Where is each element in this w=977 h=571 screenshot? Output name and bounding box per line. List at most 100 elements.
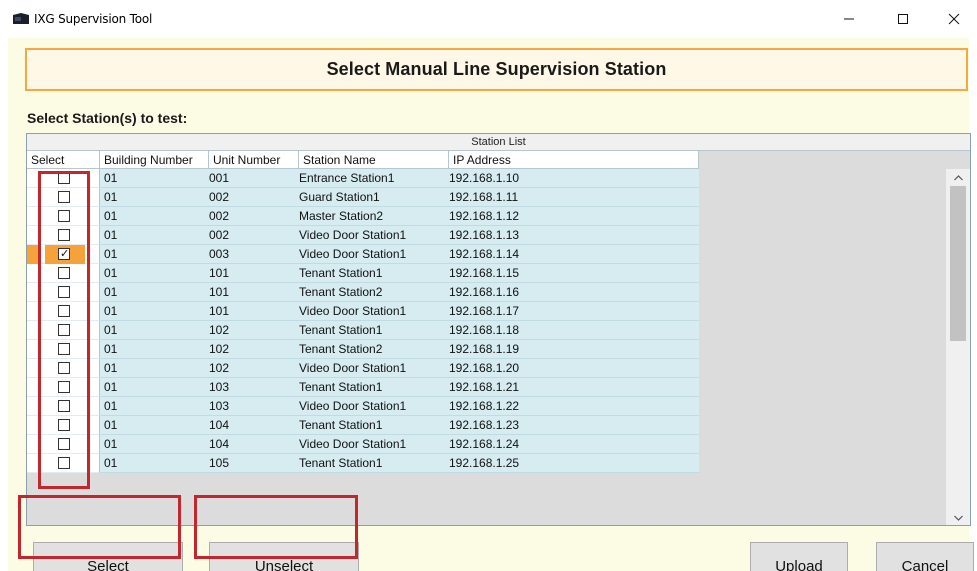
row-cells: 01 103 Tenant Station1 192.168.1.21 (100, 378, 699, 397)
page-title: Select Manual Line Supervision Station (326, 59, 667, 79)
row-cells: 01 002 Master Station2 192.168.1.12 (100, 207, 699, 226)
table-row[interactable]: 01 104 Tenant Station1 192.168.1.23 (27, 416, 699, 435)
row-cells: 01 001 Entrance Station1 192.168.1.10 (100, 169, 699, 188)
building-number-cell: 01 (104, 456, 118, 470)
unit-number-cell: 101 (209, 285, 230, 299)
table-row[interactable]: 01 002 Guard Station1 192.168.1.11 (27, 188, 699, 207)
scroll-thumb[interactable] (950, 186, 966, 341)
table-row[interactable]: 01 101 Video Door Station1 192.168.1.17 (27, 302, 699, 321)
select-cell: ✓ (27, 245, 100, 264)
table-row[interactable]: 01 102 Tenant Station2 192.168.1.19 (27, 340, 699, 359)
select-cell (27, 207, 100, 226)
ip-address-cell: 192.168.1.13 (449, 228, 520, 242)
column-header-building[interactable]: Building Number (100, 151, 209, 169)
maximize-icon (898, 14, 908, 24)
checkbox[interactable] (58, 210, 70, 222)
station-name-cell: Tenant Station1 (299, 380, 383, 394)
unselect-button[interactable]: Unselect (209, 542, 359, 571)
scroll-up-button[interactable] (946, 169, 970, 186)
checkbox[interactable] (58, 267, 70, 279)
minimize-button[interactable] (826, 0, 872, 38)
table-row[interactable]: 01 101 Tenant Station1 192.168.1.15 (27, 264, 699, 283)
cancel-button[interactable]: Cancel (876, 542, 974, 571)
building-number-cell: 01 (104, 323, 118, 337)
unit-number-cell: 002 (209, 209, 230, 223)
table-row[interactable]: 01 102 Video Door Station1 192.168.1.20 (27, 359, 699, 378)
building-number-cell: 01 (104, 399, 118, 413)
checkbox[interactable] (58, 191, 70, 203)
ip-address-cell: 192.168.1.25 (449, 456, 520, 470)
column-header-unit[interactable]: Unit Number (209, 151, 299, 169)
building-number-cell: 01 (104, 304, 118, 318)
ip-address-cell: 192.168.1.20 (449, 361, 520, 375)
table-row[interactable]: 01 105 Tenant Station1 192.168.1.25 (27, 454, 699, 473)
maximize-button[interactable] (880, 0, 926, 38)
station-name-cell: Tenant Station1 (299, 418, 383, 432)
select-cell (27, 416, 100, 435)
ip-address-cell: 192.168.1.16 (449, 285, 520, 299)
client-area: Select Manual Line Supervision Station S… (8, 38, 974, 571)
checkbox[interactable] (58, 324, 70, 336)
close-button[interactable] (931, 0, 977, 38)
station-name-cell: Video Door Station1 (299, 361, 407, 375)
station-name-cell: Tenant Station1 (299, 266, 383, 280)
ip-address-cell: 192.168.1.14 (449, 247, 520, 261)
vertical-scrollbar[interactable] (946, 169, 970, 525)
station-name-cell: Guard Station1 (299, 190, 380, 204)
table-row[interactable]: 01 102 Tenant Station1 192.168.1.18 (27, 321, 699, 340)
building-number-cell: 01 (104, 266, 118, 280)
table-row[interactable]: 01 103 Video Door Station1 192.168.1.22 (27, 397, 699, 416)
station-name-cell: Video Door Station1 (299, 304, 407, 318)
table-row[interactable]: 01 101 Tenant Station2 192.168.1.16 (27, 283, 699, 302)
station-name-cell: Tenant Station2 (299, 285, 383, 299)
checkbox[interactable] (58, 400, 70, 412)
table-row[interactable]: ✓ 01 003 Video Door Station1 192.168.1.14 (27, 245, 699, 264)
checkbox[interactable] (58, 286, 70, 298)
table-row[interactable]: 01 002 Video Door Station1 192.168.1.13 (27, 226, 699, 245)
station-name-cell: Video Door Station1 (299, 247, 407, 261)
checkbox[interactable] (58, 381, 70, 393)
select-cell (27, 169, 100, 188)
station-name-cell: Tenant Station1 (299, 456, 383, 470)
row-cells: 01 003 Video Door Station1 192.168.1.14 (100, 245, 699, 264)
unit-number-cell: 002 (209, 190, 230, 204)
ip-address-cell: 192.168.1.24 (449, 437, 520, 451)
ip-address-cell: 192.168.1.23 (449, 418, 520, 432)
checkbox[interactable] (58, 457, 70, 469)
row-cells: 01 002 Video Door Station1 192.168.1.13 (100, 226, 699, 245)
checkbox-checked[interactable]: ✓ (58, 248, 70, 260)
column-header-select[interactable]: Select (27, 151, 100, 169)
table-row[interactable]: 01 001 Entrance Station1 192.168.1.10 (27, 169, 699, 188)
station-prompt-label: Select Station(s) to test: (27, 110, 188, 126)
select-button[interactable]: Select (33, 542, 183, 571)
unit-number-cell: 102 (209, 323, 230, 337)
row-cells: 01 105 Tenant Station1 192.168.1.25 (100, 454, 699, 473)
check-icon: ✓ (60, 248, 70, 260)
current-row-indicator (27, 245, 40, 264)
checkbox[interactable] (58, 419, 70, 431)
unit-number-cell: 002 (209, 228, 230, 242)
scroll-down-button[interactable] (946, 509, 970, 525)
select-cell (27, 397, 100, 416)
station-grid: Station List Select Building Number Unit… (26, 133, 971, 526)
table-row[interactable]: 01 103 Tenant Station1 192.168.1.21 (27, 378, 699, 397)
unit-number-cell: 101 (209, 266, 230, 280)
ip-address-cell: 192.168.1.11 (449, 190, 519, 204)
column-header-ip[interactable]: IP Address (449, 151, 699, 169)
checkbox[interactable] (58, 305, 70, 317)
select-cell (27, 454, 100, 473)
checkbox[interactable] (58, 229, 70, 241)
table-row[interactable]: 01 104 Video Door Station1 192.168.1.24 (27, 435, 699, 454)
table-row[interactable]: 01 002 Master Station2 192.168.1.12 (27, 207, 699, 226)
checkbox[interactable] (58, 172, 70, 184)
station-name-cell: Entrance Station1 (299, 171, 395, 185)
upload-button[interactable]: Upload (750, 542, 848, 571)
checkbox[interactable] (58, 362, 70, 374)
title-bar: IXG Supervision Tool (0, 0, 977, 38)
column-header-station-name[interactable]: Station Name (299, 151, 449, 169)
building-number-cell: 01 (104, 171, 118, 185)
unit-number-cell: 101 (209, 304, 230, 318)
checkbox[interactable] (58, 438, 70, 450)
checkbox[interactable] (58, 343, 70, 355)
select-cell (27, 321, 100, 340)
